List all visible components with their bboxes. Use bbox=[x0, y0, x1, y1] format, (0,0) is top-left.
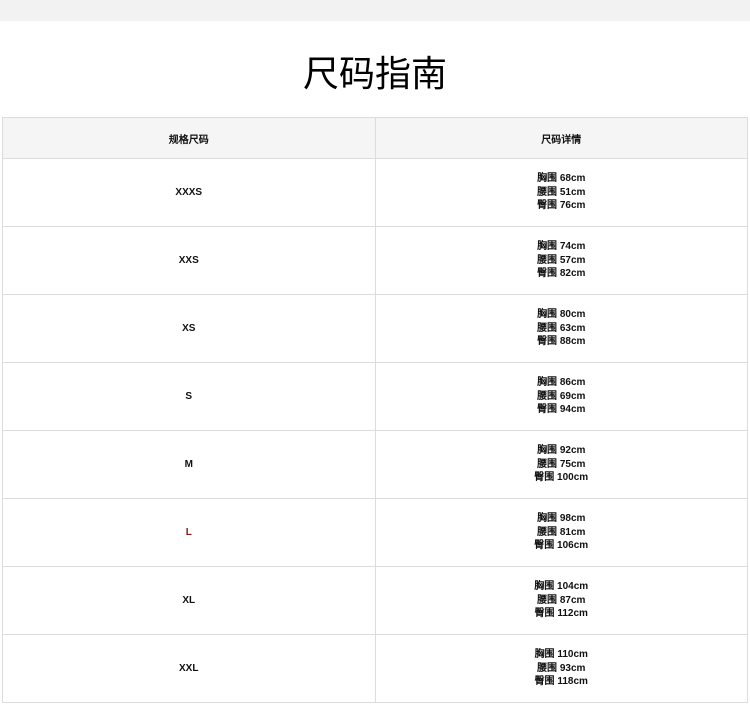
details-cell: 胸围 104cm 腰围 87cm 臀围 112cm bbox=[374, 566, 748, 635]
waist-measurement: 腰围 93cm bbox=[537, 662, 586, 674]
details-cell: 胸围 68cm 腰围 51cm 臀围 76cm bbox=[374, 158, 748, 227]
chest-measurement: 胸围 80cm bbox=[537, 309, 586, 321]
table-row: XXS 胸围 74cm 腰围 57cm 臀围 82cm bbox=[2, 226, 748, 295]
chest-measurement: 胸围 92cm bbox=[537, 445, 586, 457]
table-row: XXL 胸围 110cm 腰围 93cm 臀围 118cm bbox=[2, 634, 748, 703]
header-size: 规格尺码 bbox=[2, 117, 376, 159]
table-header-row: 规格尺码 尺码详情 bbox=[2, 117, 748, 159]
hip-measurement: 臀围 94cm bbox=[537, 404, 586, 416]
details-cell: 胸围 74cm 腰围 57cm 臀围 82cm bbox=[374, 226, 748, 295]
table-row: L 胸围 98cm 腰围 81cm 臀围 106cm bbox=[2, 498, 748, 567]
size-cell: XS bbox=[2, 294, 376, 363]
hip-measurement: 臀围 112cm bbox=[534, 608, 588, 620]
hip-measurement: 臀围 76cm bbox=[537, 200, 586, 212]
table-row: XS 胸围 80cm 腰围 63cm 臀围 88cm bbox=[2, 294, 748, 363]
waist-measurement: 腰围 87cm bbox=[537, 594, 586, 606]
table-row: XXXS 胸围 68cm 腰围 51cm 臀围 76cm bbox=[2, 158, 748, 227]
page-title: 尺码指南 bbox=[302, 54, 447, 95]
waist-measurement: 腰围 57cm bbox=[537, 254, 586, 266]
size-cell: S bbox=[2, 362, 376, 431]
details-cell: 胸围 98cm 腰围 81cm 臀围 106cm bbox=[374, 498, 748, 567]
waist-measurement: 腰围 75cm bbox=[537, 458, 586, 470]
hip-measurement: 臀围 118cm bbox=[534, 676, 588, 688]
size-cell: XL bbox=[2, 566, 376, 635]
size-cell: XXXS bbox=[2, 158, 376, 227]
table-row: M 胸围 92cm 腰围 75cm 臀围 100cm bbox=[2, 430, 748, 499]
table-row: S 胸围 86cm 腰围 69cm 臀围 94cm bbox=[2, 362, 748, 431]
details-cell: 胸围 92cm 腰围 75cm 臀围 100cm bbox=[374, 430, 748, 499]
waist-measurement: 腰围 81cm bbox=[537, 526, 586, 538]
header-details: 尺码详情 bbox=[374, 117, 748, 159]
size-cell: L bbox=[2, 498, 376, 567]
chest-measurement: 胸围 74cm bbox=[537, 241, 586, 253]
details-cell: 胸围 86cm 腰围 69cm 臀围 94cm bbox=[374, 362, 748, 431]
size-cell: M bbox=[2, 430, 376, 499]
details-cell: 胸围 80cm 腰围 63cm 臀围 88cm bbox=[374, 294, 748, 363]
waist-measurement: 腰围 51cm bbox=[537, 186, 586, 198]
size-cell: XXS bbox=[2, 226, 376, 295]
chest-measurement: 胸围 68cm bbox=[537, 173, 586, 185]
chest-measurement: 胸围 110cm bbox=[534, 649, 588, 661]
size-cell: XXL bbox=[2, 634, 376, 703]
waist-measurement: 腰围 69cm bbox=[537, 390, 586, 402]
top-bar bbox=[0, 0, 750, 21]
table-row: XL 胸围 104cm 腰围 87cm 臀围 112cm bbox=[2, 566, 748, 635]
details-cell: 胸围 110cm 腰围 93cm 臀围 118cm bbox=[374, 634, 748, 703]
chest-measurement: 胸围 104cm bbox=[534, 581, 589, 593]
waist-measurement: 腰围 63cm bbox=[537, 322, 586, 334]
hip-measurement: 臀围 106cm bbox=[534, 540, 589, 552]
hip-measurement: 臀围 82cm bbox=[537, 268, 586, 280]
chest-measurement: 胸围 86cm bbox=[537, 377, 586, 389]
hip-measurement: 臀围 88cm bbox=[537, 336, 586, 348]
chest-measurement: 胸围 98cm bbox=[537, 513, 586, 525]
hip-measurement: 臀围 100cm bbox=[534, 472, 589, 484]
size-guide-table: 规格尺码 尺码详情 XXXS 胸围 68cm 腰围 51cm 臀围 76cm XXS 胸围… bbox=[2, 117, 748, 703]
